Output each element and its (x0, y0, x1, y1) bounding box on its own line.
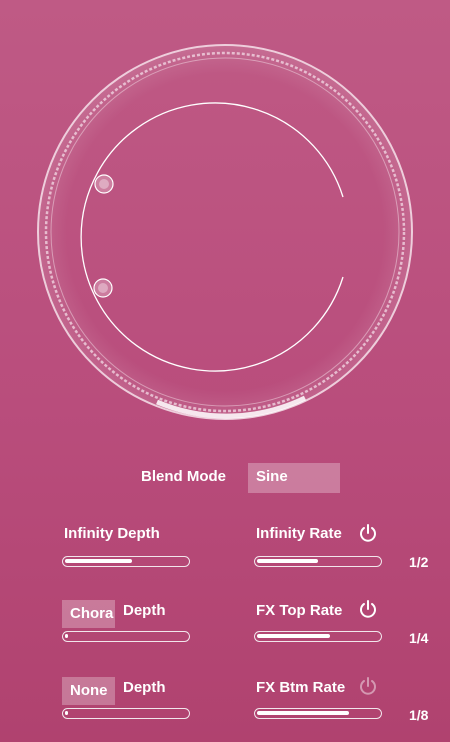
blend-mode-label: Blend Mode (141, 468, 226, 485)
none-depth-fill (65, 711, 68, 715)
fx-btm-rate-value: 1/8 (409, 707, 429, 723)
none-depth-label: Depth (123, 679, 166, 696)
chorus-depth-fill (65, 634, 68, 638)
fx-top-rate-fill (257, 634, 330, 638)
bottom-handle[interactable] (93, 278, 113, 298)
infinity-rate-slider[interactable] (254, 556, 382, 567)
fx-btm-rate-power-icon[interactable] (358, 676, 378, 696)
fx-btm-rate-label: FX Btm Rate (256, 679, 346, 696)
fx-top-rate-slider[interactable] (254, 631, 382, 642)
none-selector[interactable]: None (62, 677, 115, 705)
fx-btm-rate-slider[interactable] (254, 708, 382, 719)
blend-mode-select[interactable]: Sine (248, 463, 340, 493)
fx-btm-rate-fill (257, 711, 349, 715)
top-handle[interactable] (94, 174, 114, 194)
infinity-visualizer (37, 44, 413, 420)
fx-top-rate-label: FX Top Rate (256, 602, 343, 619)
fx-top-rate-value: 1/4 (409, 630, 429, 646)
chorus-depth-label: Depth (123, 602, 166, 619)
infinity-rate-fill (257, 559, 318, 563)
infinity-rate-label: Infinity Rate (256, 525, 342, 542)
infinity-rate-power-icon[interactable] (358, 523, 378, 543)
chorus-depth-slider[interactable] (62, 631, 190, 642)
none-depth-slider[interactable] (62, 708, 190, 719)
infinity-depth-label: Infinity Depth (64, 525, 160, 542)
infinity-depth-fill (65, 559, 132, 563)
chorus-selector[interactable]: Chora (62, 600, 115, 628)
fx-top-rate-power-icon[interactable] (358, 599, 378, 619)
infinity-depth-slider[interactable] (62, 556, 190, 567)
infinity-rate-value: 1/2 (409, 554, 429, 570)
